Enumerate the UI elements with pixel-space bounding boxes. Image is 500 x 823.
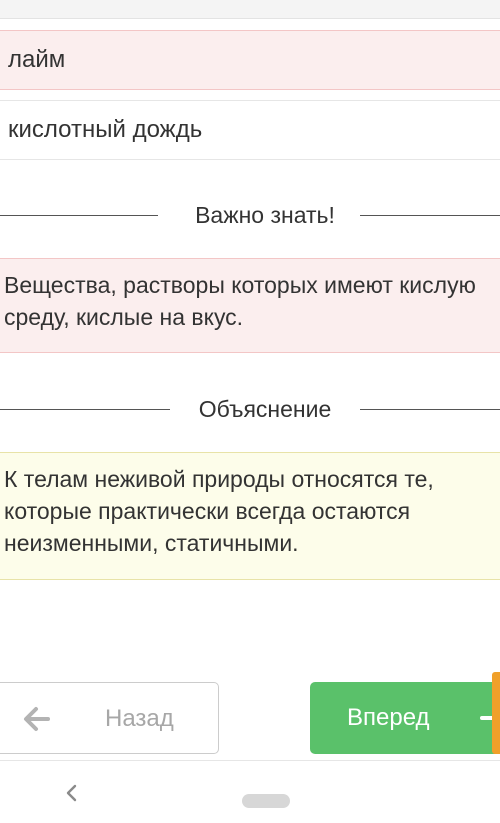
back-button[interactable]: Назад <box>0 682 219 754</box>
important-heading: Важно знать! <box>195 202 335 228</box>
next-button[interactable]: Вперед <box>310 682 500 754</box>
accent-edge-tab <box>492 672 500 754</box>
back-button-label: Назад <box>105 705 174 732</box>
explanation-box: К телам неживой природы относятся те, ко… <box>0 452 500 580</box>
arrow-left-icon <box>24 707 50 731</box>
divider-line-left <box>0 215 158 216</box>
divider-line-left <box>0 409 170 410</box>
important-text: Вещества, растворы которых имеют кислую … <box>4 272 476 330</box>
home-pill[interactable] <box>242 794 290 808</box>
explanation-text: К телам неживой природы относятся те, ко… <box>4 466 434 556</box>
answer-option-label: кислотный дождь <box>8 116 203 143</box>
important-divider: Важно знать! <box>0 195 500 235</box>
divider-line-right <box>360 215 500 216</box>
answer-option-acid-rain[interactable]: кислотный дождь <box>0 100 500 160</box>
answer-option-label: лайм <box>8 46 66 73</box>
chevron-left-icon[interactable] <box>60 781 84 805</box>
divider-line-right <box>360 409 500 410</box>
system-navigation-bar <box>0 760 500 823</box>
previous-option-edge <box>0 0 500 19</box>
explanation-divider: Объяснение <box>0 389 500 429</box>
answer-option-lime[interactable]: лайм <box>0 30 500 90</box>
important-box: Вещества, растворы которых имеют кислую … <box>0 258 500 353</box>
next-button-label: Вперед <box>347 704 430 731</box>
explanation-heading: Объяснение <box>198 396 332 422</box>
